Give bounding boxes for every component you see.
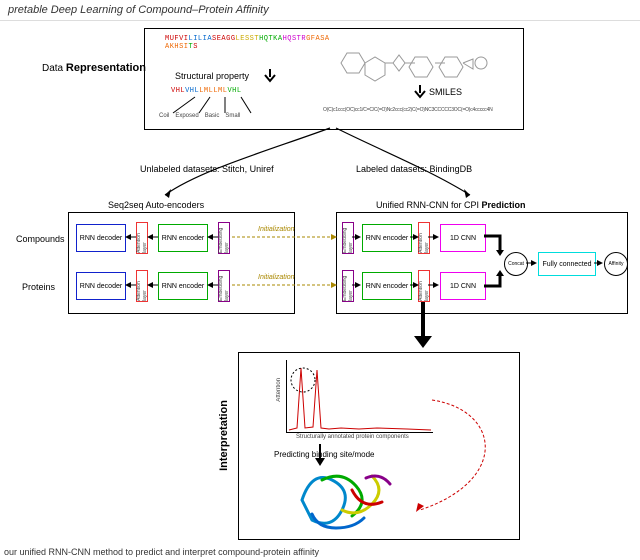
protein-structure-icon: [282, 450, 422, 540]
figure-caption: our unified RNN-CNN method to predict an…: [4, 547, 319, 557]
